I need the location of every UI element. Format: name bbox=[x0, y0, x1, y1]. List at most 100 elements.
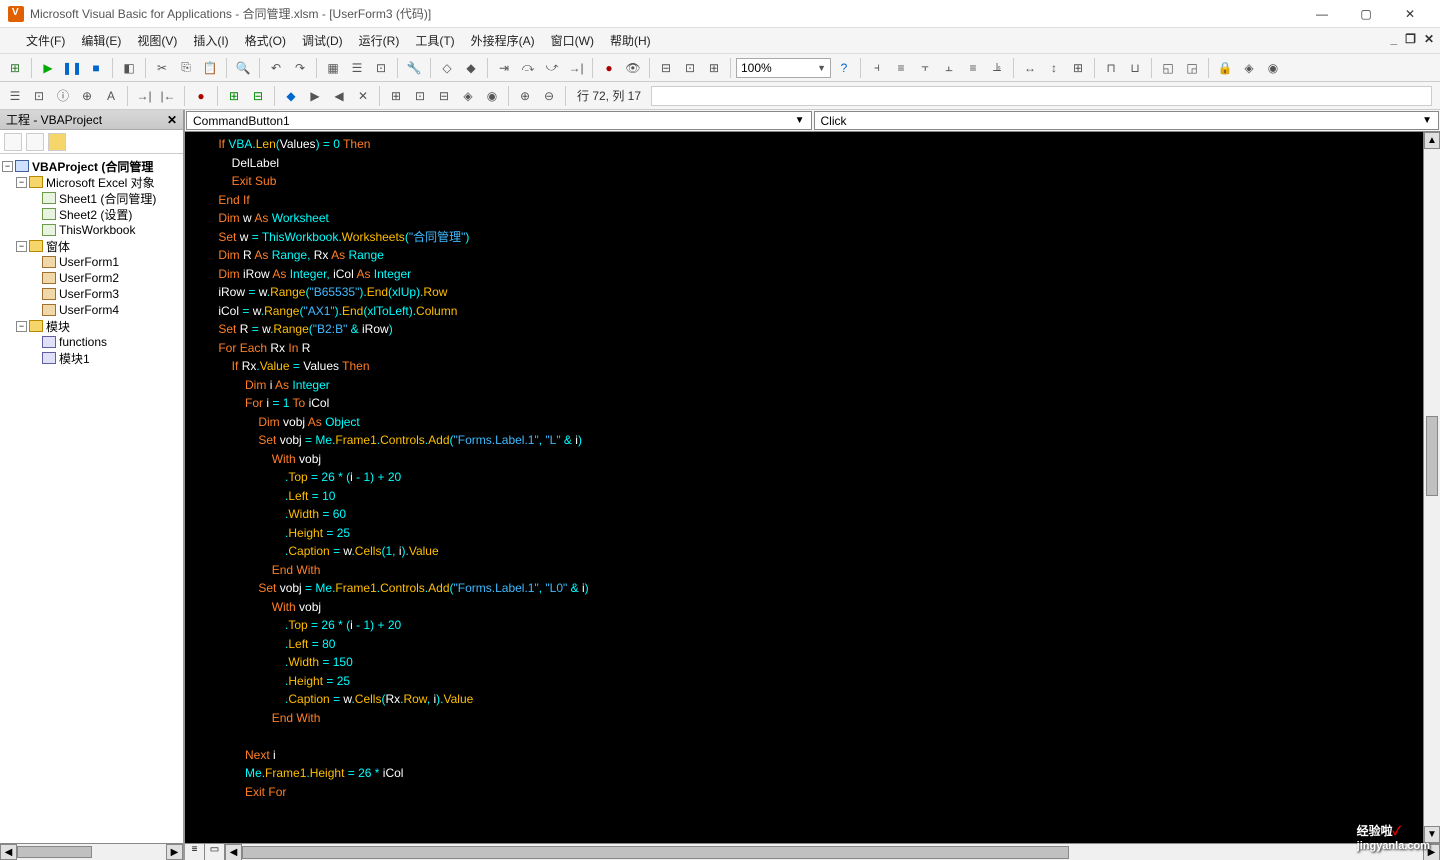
maximize-button[interactable]: ▢ bbox=[1344, 0, 1388, 28]
outdent-button[interactable]: |← bbox=[157, 85, 179, 107]
bring-front-button[interactable]: ◱ bbox=[1157, 57, 1179, 79]
tb2-misc-3[interactable]: ⊟ bbox=[433, 85, 455, 107]
align-top-button[interactable]: ⫠ bbox=[938, 57, 960, 79]
tb-misc-4[interactable]: ⊡ bbox=[679, 57, 701, 79]
toggle-bookmark-button[interactable]: ◆ bbox=[280, 85, 302, 107]
menu-run[interactable]: 运行(R) bbox=[351, 28, 408, 53]
tb2-misc-4[interactable]: ◈ bbox=[457, 85, 479, 107]
run-to-cursor-button[interactable]: →| bbox=[565, 57, 587, 79]
editor-vscroll[interactable]: ▲ ▼ bbox=[1423, 132, 1440, 843]
tb2-misc-7[interactable]: ⊖ bbox=[538, 85, 560, 107]
properties-button[interactable]: ☰ bbox=[346, 57, 368, 79]
next-bookmark-button[interactable]: ▶ bbox=[304, 85, 326, 107]
tree-modules-folder[interactable]: −模块 bbox=[2, 318, 181, 334]
tree-module1[interactable]: 模块1 bbox=[2, 350, 181, 366]
editor-hscroll[interactable]: ◀ ▶ bbox=[225, 844, 1440, 860]
tree-userform3[interactable]: UserForm3 bbox=[2, 286, 181, 302]
comment-button[interactable]: ⊞ bbox=[223, 85, 245, 107]
tree-forms-folder[interactable]: −窗体 bbox=[2, 238, 181, 254]
tb2-misc-6[interactable]: ⊕ bbox=[514, 85, 536, 107]
clear-bookmarks-button[interactable]: ✕ bbox=[352, 85, 374, 107]
mdi-minimize-button[interactable]: _ bbox=[1390, 32, 1397, 46]
code-editor[interactable]: If VBA.Len(Values) = 0 Then DelLabel Exi… bbox=[185, 132, 1423, 843]
reset-button[interactable]: ■ bbox=[85, 57, 107, 79]
tree-excel-folder[interactable]: −Microsoft Excel 对象 bbox=[2, 174, 181, 190]
tb-misc-7[interactable]: ◉ bbox=[1262, 57, 1284, 79]
align-center-button[interactable]: ≡ bbox=[890, 57, 912, 79]
align-bottom-button[interactable]: ⫡ bbox=[986, 57, 1008, 79]
menu-debug[interactable]: 调试(D) bbox=[294, 28, 351, 53]
menu-window[interactable]: 窗口(W) bbox=[543, 28, 602, 53]
scroll-right-icon[interactable]: ▶ bbox=[1423, 844, 1440, 860]
same-height-button[interactable]: ↕ bbox=[1043, 57, 1065, 79]
find-button[interactable]: 🔍 bbox=[232, 57, 254, 79]
toolbox-button[interactable]: 🔧 bbox=[403, 57, 425, 79]
object-navigation-combo[interactable] bbox=[651, 86, 1432, 106]
project-explorer-button[interactable]: ▦ bbox=[322, 57, 344, 79]
vscroll-thumb[interactable] bbox=[1426, 416, 1438, 496]
full-module-view-button[interactable]: ▭ bbox=[205, 844, 225, 860]
scroll-right-icon[interactable]: ▶ bbox=[166, 844, 183, 860]
scroll-left-icon[interactable]: ◀ bbox=[225, 844, 242, 860]
tree-sheet2[interactable]: Sheet2 (设置) bbox=[2, 206, 181, 222]
align-right-button[interactable]: ⫟ bbox=[914, 57, 936, 79]
mdi-restore-button[interactable]: ❐ bbox=[1405, 32, 1416, 46]
run-button[interactable]: ▶ bbox=[37, 57, 59, 79]
object-dropdown[interactable]: CommandButton1▼ bbox=[186, 111, 812, 130]
view-object-button[interactable] bbox=[26, 133, 44, 151]
menu-view[interactable]: 视图(V) bbox=[129, 28, 185, 53]
breakpoint-button[interactable]: ● bbox=[598, 57, 620, 79]
minimize-button[interactable]: — bbox=[1300, 0, 1344, 28]
help-button[interactable]: ? bbox=[833, 57, 855, 79]
zoom-combo[interactable]: 100%▼ bbox=[736, 58, 831, 78]
parameter-info-button[interactable]: ⊕ bbox=[76, 85, 98, 107]
project-hscroll[interactable]: ◀ ▶ bbox=[0, 843, 183, 860]
uncomment-button[interactable]: ⊟ bbox=[247, 85, 269, 107]
align-left-button[interactable]: ⫞ bbox=[866, 57, 888, 79]
project-explorer-close-button[interactable]: ✕ bbox=[167, 113, 177, 127]
toggle-breakpoint-button[interactable]: ● bbox=[190, 85, 212, 107]
align-middle-button[interactable]: ≡ bbox=[962, 57, 984, 79]
tree-module-functions[interactable]: functions bbox=[2, 334, 181, 350]
tree-project-root[interactable]: −VBAProject (合同管理 bbox=[2, 158, 181, 174]
tree-userform1[interactable]: UserForm1 bbox=[2, 254, 181, 270]
watch-button[interactable]: 👁 bbox=[622, 57, 644, 79]
tree-thisworkbook[interactable]: ThisWorkbook bbox=[2, 222, 181, 238]
tb2-misc-2[interactable]: ⊡ bbox=[409, 85, 431, 107]
menu-addins[interactable]: 外接程序(A) bbox=[463, 28, 543, 53]
list-constants-button[interactable]: ⊡ bbox=[28, 85, 50, 107]
send-back-button[interactable]: ◲ bbox=[1181, 57, 1203, 79]
procedure-view-button[interactable]: ≡ bbox=[185, 844, 205, 860]
toggle-folders-button[interactable] bbox=[48, 133, 66, 151]
menu-format[interactable]: 格式(O) bbox=[237, 28, 294, 53]
tree-sheet1[interactable]: Sheet1 (合同管理) bbox=[2, 190, 181, 206]
tb-misc-3[interactable]: ⊟ bbox=[655, 57, 677, 79]
copy-button[interactable]: ⎘ bbox=[175, 57, 197, 79]
tb2-misc-5[interactable]: ◉ bbox=[481, 85, 503, 107]
cut-button[interactable]: ✂ bbox=[151, 57, 173, 79]
tb2-misc-1[interactable]: ⊞ bbox=[385, 85, 407, 107]
paste-button[interactable]: 📋 bbox=[199, 57, 221, 79]
ungroup-button[interactable]: ⊔ bbox=[1124, 57, 1146, 79]
view-code-button[interactable] bbox=[4, 133, 22, 151]
mdi-close-button[interactable]: ✕ bbox=[1424, 32, 1434, 46]
break-button[interactable]: ❚❚ bbox=[61, 57, 83, 79]
scroll-up-icon[interactable]: ▲ bbox=[1424, 132, 1440, 149]
tb-misc-5[interactable]: ⊞ bbox=[703, 57, 725, 79]
indent-button[interactable]: →| bbox=[133, 85, 155, 107]
menu-file[interactable]: 文件(F) bbox=[18, 28, 73, 53]
view-excel-button[interactable]: ⊞ bbox=[4, 57, 26, 79]
scroll-down-icon[interactable]: ▼ bbox=[1424, 826, 1440, 843]
object-browser-button[interactable]: ⊡ bbox=[370, 57, 392, 79]
tb-misc-1[interactable]: ◇ bbox=[436, 57, 458, 79]
design-mode-button[interactable]: ◧ bbox=[118, 57, 140, 79]
step-out-button[interactable]: ⤻ bbox=[541, 57, 563, 79]
tree-userform2[interactable]: UserForm2 bbox=[2, 270, 181, 286]
project-tree[interactable]: −VBAProject (合同管理 −Microsoft Excel 对象 Sh… bbox=[0, 154, 183, 843]
menu-help[interactable]: 帮助(H) bbox=[602, 28, 659, 53]
redo-button[interactable]: ↷ bbox=[289, 57, 311, 79]
step-over-button[interactable]: ⤼ bbox=[517, 57, 539, 79]
same-size-button[interactable]: ⊞ bbox=[1067, 57, 1089, 79]
same-width-button[interactable]: ↔ bbox=[1019, 57, 1041, 79]
tb-misc-6[interactable]: ◈ bbox=[1238, 57, 1260, 79]
